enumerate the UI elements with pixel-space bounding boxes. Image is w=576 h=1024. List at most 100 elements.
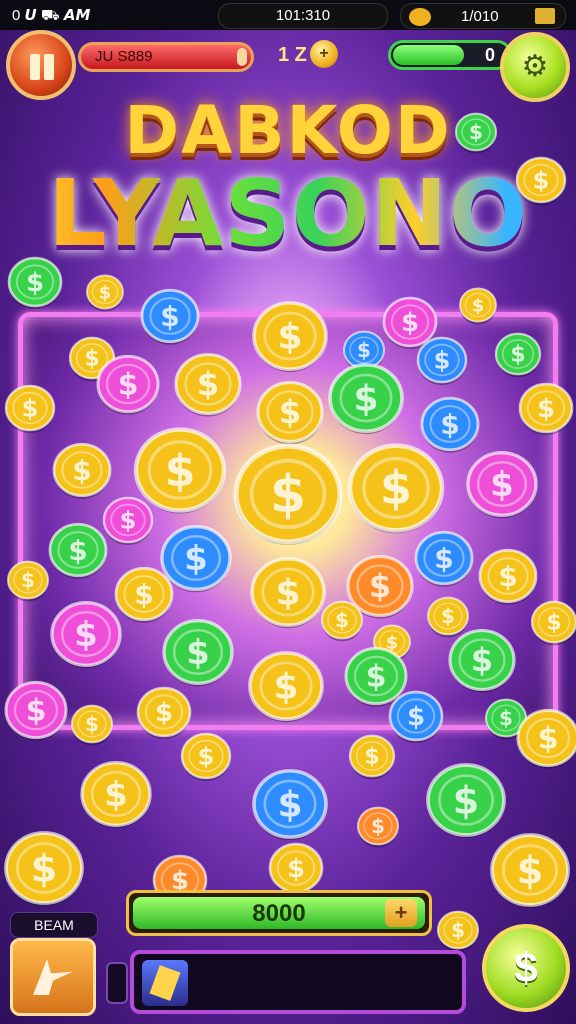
dollar-icon: $	[120, 506, 137, 534]
dollar-icon: $	[184, 539, 208, 579]
dollar-icon: $	[471, 641, 493, 679]
beam-arrow-button[interactable]	[10, 938, 96, 1016]
balance-plus-button[interactable]: +	[385, 899, 417, 927]
dollar-icon: $	[74, 615, 98, 655]
dollar-icon: $	[68, 534, 87, 567]
coin: $	[437, 910, 479, 952]
dollar-icon: $	[275, 573, 300, 614]
dollar-icon: $	[118, 368, 139, 403]
dollar-icon: $	[380, 461, 412, 515]
coin: $	[48, 522, 108, 579]
coin: $	[160, 525, 232, 593]
dollar-icon: $	[335, 608, 349, 632]
dollar-icon: $	[26, 268, 44, 298]
dollar-icon: $	[26, 694, 47, 729]
dollar-icon: $	[186, 633, 210, 673]
coin: $	[321, 600, 363, 642]
coin: $	[388, 690, 444, 743]
dollar-icon: $	[85, 712, 99, 736]
dollar-icon: $	[537, 394, 555, 424]
coin: $	[250, 557, 326, 629]
dollar-icon: $	[273, 667, 298, 708]
coin: $	[50, 601, 122, 669]
coin: $	[348, 734, 396, 780]
coin: $	[530, 600, 576, 646]
dollar-icon: $	[99, 282, 112, 303]
coin: $	[427, 596, 469, 638]
coin: $	[7, 560, 49, 602]
coin: $	[180, 732, 232, 782]
coin: $	[102, 496, 154, 546]
dollar-icon: $	[31, 846, 57, 890]
dollar-icon: $	[490, 465, 514, 505]
dollar-icon: $	[434, 346, 451, 374]
coin: $	[344, 646, 408, 707]
coin: $	[490, 833, 570, 908]
dollar-icon: $	[279, 393, 301, 431]
dollar-icon: $	[366, 660, 387, 695]
dollar-icon: $	[469, 120, 483, 144]
dollar-icon: $	[72, 454, 91, 487]
dollar-icon: $	[364, 745, 379, 770]
dollar-icon: $	[21, 568, 35, 592]
coin: $	[162, 619, 234, 687]
dollar-icon: $	[517, 848, 543, 892]
coin: $	[248, 651, 324, 723]
coin: $	[328, 363, 404, 435]
dollar-icon: $	[287, 854, 305, 884]
dollar-icon: $	[434, 542, 453, 575]
dollar-icon: $	[441, 604, 455, 628]
coin: $	[252, 301, 328, 373]
coin: $	[140, 288, 200, 345]
coin: $	[416, 336, 468, 386]
coin: $	[252, 769, 328, 841]
dollar-icon: $	[155, 698, 173, 728]
coin: $	[414, 530, 474, 587]
coin: $	[420, 396, 480, 453]
dollar-icon: $	[440, 408, 459, 441]
dollar-icon: $	[197, 365, 219, 403]
coin: $	[494, 332, 542, 378]
coin: $	[478, 548, 538, 605]
dollar-icon: $	[357, 338, 371, 362]
balance-bar: 8000 +	[126, 890, 432, 936]
coin: $	[86, 274, 124, 312]
coin: $	[174, 352, 242, 417]
coin: $	[518, 382, 574, 435]
item-slot-bar	[130, 950, 466, 1014]
dollar-icon: $	[198, 742, 215, 770]
coin: $	[256, 380, 324, 445]
dollar-button[interactable]: $	[482, 924, 570, 1012]
coin: $	[52, 442, 112, 499]
dollar-icon: $	[453, 778, 479, 822]
coin: $	[515, 156, 567, 206]
coin: $	[136, 686, 192, 739]
coin-layer: $ $ $ $ $ $ $ $ $ $ $ $ $ $ $ $ $ $ $ $ $ $ $ $ $ $ $ $ $ $ $ $ $ $ $ $ $ $ $ $…	[4, 112, 576, 952]
dollar-icon: $	[371, 814, 385, 838]
coin: $	[233, 443, 343, 545]
coin: $	[133, 427, 227, 514]
dollar-icon: $	[369, 567, 391, 605]
dollar-icon: $	[353, 379, 378, 420]
dollar-icon: $	[104, 775, 128, 815]
coin: $	[80, 761, 152, 829]
coin: $	[347, 443, 445, 534]
item-slot-icon[interactable]	[142, 960, 188, 1006]
coin: $	[114, 566, 174, 623]
dollar-icon: $	[546, 611, 561, 636]
dollar-icon: $	[538, 722, 559, 757]
coin: $	[466, 451, 538, 519]
coin: $	[455, 112, 497, 154]
dollar-icon: $	[451, 918, 465, 942]
coin: $	[7, 256, 63, 309]
dollar-icon: $	[277, 317, 302, 358]
coin: $	[268, 842, 324, 895]
dollar-icon: $	[134, 578, 153, 611]
coin: $	[96, 354, 160, 415]
dollar-icon: $	[401, 308, 419, 338]
balance-value: 8000	[252, 900, 306, 927]
coin: $	[4, 384, 56, 434]
coin: $	[4, 680, 68, 741]
dollar-icon: $	[277, 785, 302, 826]
coin: $	[426, 763, 506, 838]
